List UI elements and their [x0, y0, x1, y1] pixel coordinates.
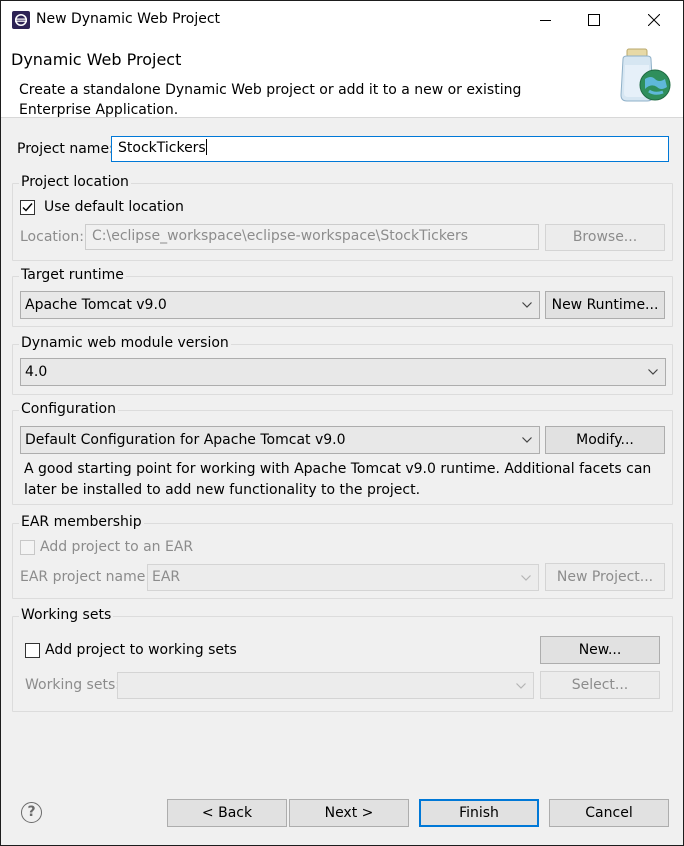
- window-title: New Dynamic Web Project: [36, 11, 221, 27]
- working-sets-select[interactable]: [117, 672, 534, 699]
- text-caret: [205, 139, 207, 155]
- check-icon: [22, 203, 33, 212]
- add-to-ear-checkbox[interactable]: [20, 540, 35, 555]
- add-to-working-sets-checkbox[interactable]: [25, 643, 40, 658]
- use-default-location-checkbox[interactable]: [20, 200, 35, 215]
- page-title: Dynamic Web Project: [11, 50, 182, 69]
- chevron-down-icon: [516, 683, 526, 689]
- project-name-value: StockTickers: [118, 140, 206, 156]
- finish-button[interactable]: Finish: [419, 799, 539, 827]
- title-bar: New Dynamic Web Project: [1, 1, 683, 39]
- page-description: Create a standalone Dynamic Web project …: [19, 82, 522, 118]
- chevron-down-icon: [522, 437, 532, 443]
- module-version-title: Dynamic web module version: [19, 335, 231, 351]
- select-working-sets-button[interactable]: Select...: [540, 671, 660, 699]
- chevron-down-icon: [648, 369, 658, 375]
- chevron-down-icon: [521, 575, 531, 581]
- location-label: Location:: [20, 229, 84, 245]
- working-sets-title: Working sets: [19, 607, 114, 623]
- next-button[interactable]: Next >: [289, 799, 409, 827]
- configuration-title: Configuration: [19, 401, 118, 417]
- project-location-title: Project location: [19, 174, 131, 190]
- target-runtime-select[interactable]: Apache Tomcat v9.0: [20, 291, 540, 319]
- minimize-button[interactable]: [523, 1, 569, 39]
- maximize-button[interactable]: [571, 1, 617, 39]
- add-to-working-sets-label: Add project to working sets: [45, 642, 237, 658]
- location-input[interactable]: C:\eclipse_workspace\eclipse-workspace\S…: [85, 224, 539, 250]
- target-runtime-value: Apache Tomcat v9.0: [25, 297, 167, 313]
- back-button[interactable]: < Back: [167, 799, 287, 827]
- modify-button[interactable]: Modify...: [545, 426, 665, 454]
- configuration-value: Default Configuration for Apache Tomcat …: [25, 432, 346, 448]
- wizard-banner: Dynamic Web Project Create a standalone …: [1, 39, 683, 118]
- help-icon[interactable]: ?: [21, 802, 42, 823]
- configuration-select[interactable]: Default Configuration for Apache Tomcat …: [20, 426, 540, 454]
- chevron-down-icon: [522, 302, 532, 308]
- use-default-location-label: Use default location: [44, 199, 184, 215]
- project-name-input[interactable]: StockTickers: [111, 136, 669, 162]
- eclipse-app-icon: [11, 10, 31, 30]
- browse-button[interactable]: Browse...: [545, 224, 665, 251]
- target-runtime-title: Target runtime: [19, 267, 126, 283]
- configuration-description: A good starting point for working with A…: [24, 461, 652, 498]
- module-version-value: 4.0: [25, 364, 48, 380]
- dialog-window: New Dynamic Web Project Dynamic Web Proj…: [0, 0, 684, 846]
- project-name-label: Project name:: [17, 141, 114, 157]
- ear-project-name-label: EAR project name:: [20, 569, 151, 585]
- ear-project-name-value: EAR: [152, 569, 181, 585]
- ear-membership-title: EAR membership: [19, 514, 144, 530]
- new-working-set-button[interactable]: New...: [540, 636, 660, 664]
- add-to-ear-label: Add project to an EAR: [40, 539, 194, 555]
- web-project-wizard-icon: [615, 45, 675, 113]
- working-sets-label: Working sets:: [25, 677, 120, 693]
- module-version-select[interactable]: 4.0: [20, 358, 666, 386]
- cancel-button[interactable]: Cancel: [549, 799, 669, 827]
- new-runtime-button[interactable]: New Runtime...: [545, 291, 665, 319]
- close-button[interactable]: [631, 1, 677, 39]
- new-ear-project-button[interactable]: New Project...: [545, 563, 665, 591]
- ear-project-name-select[interactable]: EAR: [147, 564, 539, 591]
